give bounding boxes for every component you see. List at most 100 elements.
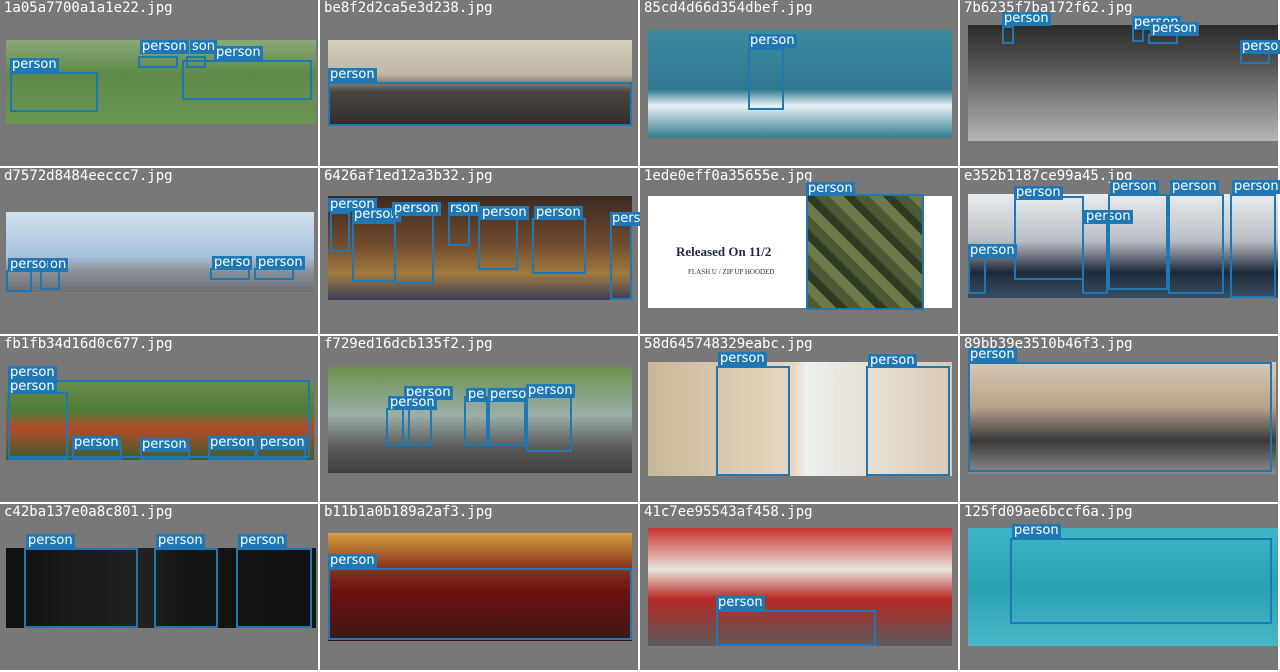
tile-filename: 1a05a7700a1a1e22.jpg: [4, 0, 173, 16]
detection-box: [8, 392, 68, 460]
image-tile[interactable]: 7b6235f7ba172f62.jpgpersonpersonpersonpe…: [960, 0, 1280, 168]
detection-label: person: [256, 255, 305, 270]
image-tile[interactable]: 6426af1ed12a3b32.jpg person person person rs…: [320, 168, 643, 336]
detection-box: [1230, 194, 1276, 298]
detection-label: person: [140, 437, 189, 452]
detection-box: [532, 218, 586, 274]
image-tile[interactable]: 125fd09ae6bccf6a.jpg person: [960, 504, 1280, 672]
detection-label: perso: [212, 255, 253, 270]
detection-label: person: [718, 351, 767, 366]
detection-label: person: [10, 57, 59, 72]
tile-filename: 1ede0eff0a35655e.jpg: [644, 168, 813, 184]
detection-label: person: [1110, 179, 1159, 194]
detection-label: person: [1012, 523, 1061, 538]
detection-box: [236, 548, 312, 628]
tile-filename: f729ed16dcb135f2.jpg: [324, 336, 493, 352]
detection-box: [1132, 28, 1144, 42]
image-tile[interactable]: b11b1a0b189a2af3.jpg person: [320, 504, 640, 672]
image-tile[interactable]: 41c7ee95543af458.jpg person: [640, 504, 960, 672]
detection-box: [806, 194, 924, 310]
detection-label: person: [72, 435, 121, 450]
detection-box: [866, 366, 950, 476]
image-tile[interactable]: 1a05a7700a1a1e22.jpg person person son perso…: [0, 0, 320, 168]
detection-label: pers: [610, 211, 643, 226]
detection-box: [182, 60, 312, 100]
tile-filename: c42ba137e0a8c801.jpg: [4, 504, 173, 520]
detection-box: [486, 396, 526, 446]
detection-label: person: [526, 383, 575, 398]
tile-filename: b11b1a0b189a2af3.jpg: [324, 504, 493, 520]
detection-label: person: [1002, 11, 1051, 26]
detection-box: [526, 396, 572, 452]
image-tile[interactable]: fb1fb34d16d0c677.jpg person person person pe…: [0, 336, 320, 504]
tile-filename: 6426af1ed12a3b32.jpg: [324, 168, 493, 184]
detection-box: [328, 82, 632, 126]
detection-box: [10, 72, 98, 112]
detection-label: pe: [466, 387, 487, 402]
detection-box: [138, 56, 178, 68]
image-tile[interactable]: f729ed16dcb135f2.jpg person person pe perso p…: [320, 336, 640, 504]
detection-box: [352, 222, 396, 282]
detection-label: person: [214, 45, 263, 60]
detection-label: person: [140, 39, 189, 54]
detection-label: person: [806, 181, 855, 196]
detection-label: person: [480, 205, 529, 220]
detection-label: person: [392, 201, 441, 216]
detection-box: [394, 214, 434, 284]
detection-label: person: [238, 533, 287, 548]
image-tile[interactable]: 1ede0eff0a35655e.jpg Released On 11/2 FLAS…: [640, 168, 960, 336]
detection-box: [968, 254, 986, 294]
detection-box: [478, 216, 518, 270]
image-tile[interactable]: 85cd4d66d354dbef.jpg person: [640, 0, 960, 168]
detection-box: [1108, 194, 1168, 290]
detection-box: [330, 212, 350, 252]
detection-label: person: [1014, 185, 1063, 200]
detection-label: person: [716, 595, 765, 610]
detection-label: person: [208, 435, 257, 450]
detection-label: person: [968, 347, 1017, 362]
photo-icon: [968, 25, 1278, 141]
detection-box: [1014, 196, 1084, 280]
released-text: Released On 11/2: [676, 244, 772, 259]
detection-label: perso: [488, 387, 529, 402]
detection-box: [24, 548, 138, 628]
tile-filename: 41c7ee95543af458.jpg: [644, 504, 813, 520]
tile-filename: d7572d8484eeccc7.jpg: [4, 168, 173, 184]
detection-label: on: [48, 257, 69, 272]
detection-box: [6, 270, 32, 292]
detection-label: person: [328, 67, 377, 82]
detection-label: person: [748, 33, 797, 48]
detection-box: [1168, 194, 1224, 294]
detection-grid: 1a05a7700a1a1e22.jpg person person son perso…: [0, 0, 1280, 672]
image-tile[interactable]: 89bb39e3510b46f3.jpg person: [960, 336, 1280, 504]
detection-label: person: [534, 205, 583, 220]
image-tile[interactable]: be8f2d2ca5e3d238.jpg person: [320, 0, 640, 168]
detection-box: [748, 48, 784, 110]
tile-filename: 125fd09ae6bccf6a.jpg: [964, 504, 1133, 520]
tile-filename: fb1fb34d16d0c677.jpg: [4, 336, 173, 352]
detection-box: [1002, 26, 1014, 44]
image-tile[interactable]: c42ba137e0a8c801.jpg person person person: [0, 504, 320, 672]
detection-label: person: [258, 435, 307, 450]
detection-box: [716, 610, 876, 646]
detection-box: [968, 362, 1272, 472]
image-tile[interactable]: e352b1187ce99a45.jpg person person person pe…: [960, 168, 1280, 336]
detection-label: person: [388, 395, 437, 410]
detection-box: [716, 366, 790, 476]
detection-label: person: [1170, 179, 1219, 194]
detection-label: person: [328, 553, 377, 568]
detection-label: person: [968, 243, 1017, 258]
tile-filename: be8f2d2ca5e3d238.jpg: [324, 0, 493, 16]
detection-box: [1082, 222, 1108, 294]
product-text: FLASH U / ZIP UP HOODED: [688, 268, 775, 276]
detection-label: person: [8, 379, 57, 394]
detection-label: person: [868, 353, 917, 368]
image-tile[interactable]: 58d645748329eabc.jpg person person: [640, 336, 960, 504]
image-tile[interactable]: d7572d8484eeccc7.jpg person on perso person: [0, 168, 320, 336]
detection-box: [1010, 538, 1272, 624]
detection-label: rson: [448, 201, 481, 216]
detection-box: [154, 548, 218, 628]
detection-label: person: [1150, 21, 1199, 36]
detection-label: person: [1232, 179, 1280, 194]
detection-box: [610, 220, 632, 300]
